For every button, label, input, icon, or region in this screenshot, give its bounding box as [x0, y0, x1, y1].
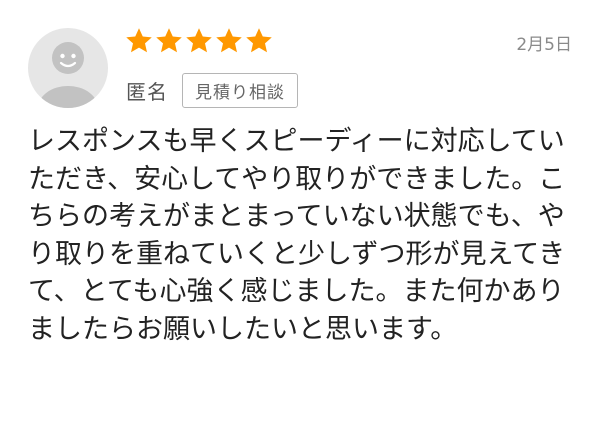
review-date: 2月5日	[516, 35, 572, 55]
user-avatar-icon	[28, 28, 108, 108]
star-rating	[124, 26, 274, 56]
star-icon	[246, 28, 272, 53]
review-card: 2月5日 匿名 見積り相談 レスポンスも早くスピーディーに対応していただき、安心…	[0, 0, 600, 426]
review-body: レスポンスも早くスピーディーに対応していただき、安心してやり取りができました。こ…	[28, 126, 566, 345]
service-tag: 見積り相談	[182, 73, 298, 108]
star-icon	[156, 28, 182, 53]
avatar	[28, 28, 108, 108]
star-icon	[126, 28, 152, 53]
reviewer-info: 匿名 見積り相談	[126, 73, 298, 108]
star-icon	[186, 28, 212, 53]
reviewer-name: 匿名	[126, 80, 168, 104]
star-icon	[216, 28, 242, 53]
